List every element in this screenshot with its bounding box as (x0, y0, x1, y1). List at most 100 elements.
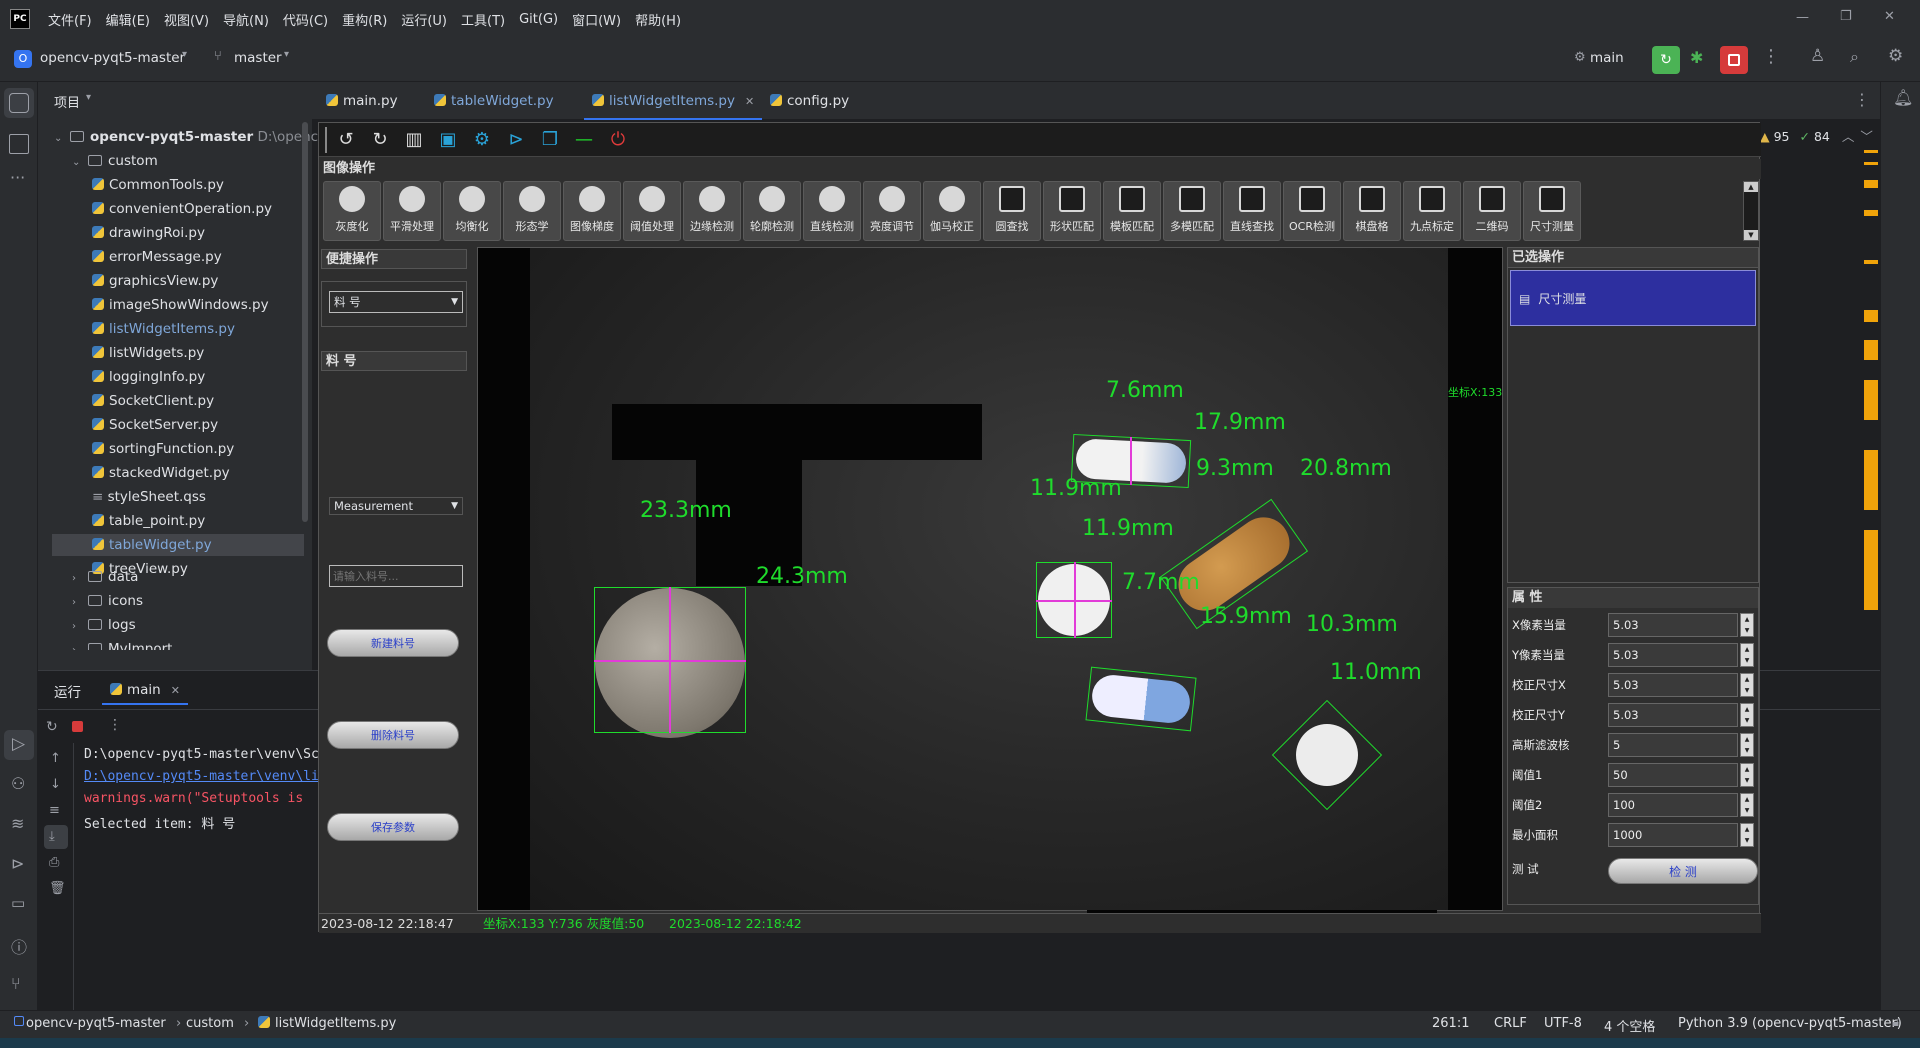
redo-icon[interactable]: ↻ (369, 129, 391, 151)
prop-value-field[interactable]: 50 (1608, 763, 1738, 787)
tree-file[interactable]: convenientOperation.py (92, 198, 272, 220)
tab-tablewidget[interactable]: tableWidget.py (434, 82, 554, 120)
minimize-icon[interactable]: — (573, 129, 595, 151)
tree-file[interactable]: errorMessage.py (92, 246, 222, 268)
structure-icon[interactable] (9, 134, 29, 154)
tree-file[interactable]: ≡ styleSheet.qss (92, 486, 206, 508)
more-icon[interactable]: ⋮ (1762, 46, 1780, 67)
menu-window[interactable]: 窗口(W) (572, 10, 621, 29)
run-icon[interactable]: ▷ (12, 734, 25, 754)
stop-icon[interactable] (72, 721, 83, 732)
trash-icon[interactable]: 🗑︎ (49, 881, 66, 896)
breadcrumb-project[interactable]: opencv-pyqt5-master (26, 1016, 166, 1031)
play-icon[interactable]: ⊳ (505, 129, 527, 151)
tree-root[interactable]: ⌄ opencv-pyqt5-master D:\opencv-p (54, 126, 339, 148)
spin-buttons[interactable]: ▲ ▼ (1740, 793, 1754, 817)
menu-tools[interactable]: 工具(T) (461, 10, 505, 29)
op-button[interactable]: 阈值处理 (623, 181, 681, 241)
part-number-input[interactable] (329, 565, 463, 587)
op-button[interactable]: 多模匹配 (1163, 181, 1221, 241)
tree-file[interactable]: listWidgets.py (92, 342, 204, 364)
spin-buttons[interactable]: ▲ ▼ (1740, 733, 1754, 757)
undo-icon[interactable]: ↺ (335, 129, 357, 151)
tree-file[interactable]: sortingFunction.py (92, 438, 234, 460)
prop-value-field[interactable]: 5.03 (1608, 613, 1738, 637)
tree-folder-myimport[interactable]: ›MyImport (72, 638, 172, 650)
tree-file[interactable]: SocketServer.py (92, 414, 218, 436)
console-link[interactable]: D:\opencv-pyqt5-master\venv\li (84, 769, 319, 784)
op-button[interactable]: 模板匹配 (1103, 181, 1161, 241)
run-tab-main[interactable]: main ✕ (102, 675, 188, 705)
run-config-selector[interactable]: main (1590, 50, 1624, 66)
restore-icon[interactable]: ❐ (1840, 9, 1852, 24)
tree-file[interactable]: graphicsView.py (92, 270, 218, 292)
stop-button[interactable] (1720, 46, 1748, 74)
tree-file[interactable]: imageShowWindows.py (92, 294, 269, 316)
op-button[interactable]: 形状匹配 (1043, 181, 1101, 241)
prop-value-field[interactable]: 5.03 (1608, 703, 1738, 727)
indent-setting[interactable]: 4 个空格 (1604, 1016, 1655, 1035)
spin-buttons[interactable]: ▲ ▼ (1740, 823, 1754, 847)
histogram-icon[interactable]: ▥ (403, 129, 425, 151)
prop-value-field[interactable]: 1000 (1608, 823, 1738, 847)
rerun-icon[interactable]: ↻ (46, 719, 58, 735)
inspection-widget[interactable]: ▲ 95 ✓ 84 ︿ ﹀ (1760, 126, 1873, 145)
op-button[interactable]: 图像梯度 (563, 181, 621, 241)
caret-position[interactable]: 261:1 (1432, 1016, 1469, 1031)
tree-file[interactable]: drawingRoi.py (92, 222, 205, 244)
error-stripe[interactable] (1864, 150, 1878, 650)
add-user-icon[interactable]: ♙ (1810, 46, 1825, 66)
save-params-button[interactable]: 保存参数 (327, 813, 459, 841)
menu-file[interactable]: 文件(F) (48, 10, 92, 29)
interpreter[interactable]: Python 3.9 (opencv-pyqt5-master) (1678, 1016, 1902, 1031)
services-icon[interactable]: ⊳ (11, 854, 24, 873)
breadcrumb-folder[interactable]: custom (186, 1016, 234, 1031)
more-icon[interactable]: ⋮ (1854, 90, 1870, 109)
tree-folder-custom[interactable]: ⌄ custom (72, 150, 158, 172)
op-button[interactable]: 二维码 (1463, 181, 1521, 241)
op-button[interactable]: 尺寸测量 (1523, 181, 1581, 241)
search-icon[interactable]: ⌕ (1850, 47, 1859, 67)
scroll-end-icon[interactable]: ⤓ (49, 829, 55, 844)
tree-file[interactable]: stackedWidget.py (92, 462, 230, 484)
op-button[interactable]: 均衡化 (443, 181, 501, 241)
terminal-icon[interactable]: ▭ (11, 894, 25, 912)
op-button[interactable]: 直线检测 (803, 181, 861, 241)
part-number-combo[interactable]: 料 号 ▼ (329, 291, 463, 313)
prop-value-field[interactable]: 5.03 (1608, 673, 1738, 697)
tree-file[interactable]: CommonTools.py (92, 174, 224, 196)
menu-view[interactable]: 视图(V) (164, 10, 209, 29)
debug-icon[interactable]: ✱ (1690, 48, 1703, 67)
print-icon[interactable]: ⎙ (49, 855, 59, 870)
settings-icon[interactable]: ⚙ (1888, 46, 1903, 66)
tree-folder-logs[interactable]: › logs (72, 614, 136, 636)
ops-scrollbar[interactable]: ▲ ▼ (1743, 181, 1759, 241)
gear-icon[interactable]: ⚙ (471, 129, 493, 151)
delete-part-button[interactable]: 删除料号 (327, 721, 459, 749)
mode-combo[interactable]: Measurement ▼ (329, 497, 463, 515)
tree-file[interactable]: loggingInfo.py (92, 366, 205, 388)
image-viewer[interactable]: 23.3mm 24.3mm 7.6mm 17.9mm 11.9mm 11.9mm… (477, 247, 1503, 920)
panel-title[interactable]: 项目 (54, 92, 80, 111)
save-icon[interactable]: ▣ (437, 129, 459, 151)
tree-file[interactable]: listWidgetItems.py (92, 318, 235, 340)
list-item[interactable]: ▤ 尺寸测量 (1510, 270, 1756, 326)
close-icon[interactable]: ✕ (1884, 9, 1895, 24)
power-icon[interactable]: ⏻ (607, 129, 629, 151)
spin-buttons[interactable]: ▲ ▼ (1740, 703, 1754, 727)
menu-edit[interactable]: 编辑(E) (106, 10, 150, 29)
more-icon[interactable]: ··· (10, 168, 25, 187)
prop-value-field[interactable]: 100 (1608, 793, 1738, 817)
git-icon[interactable]: ⑂ (11, 974, 21, 993)
problems-icon[interactable]: ⓘ (11, 934, 27, 958)
spin-buttons[interactable]: ▲ ▼ (1740, 673, 1754, 697)
python-console-icon[interactable]: ⚇ (11, 774, 25, 793)
menu-navigate[interactable]: 导航(N) (223, 10, 269, 29)
tab-main[interactable]: main.py (326, 82, 398, 120)
tab-listwidgetitems[interactable]: listWidgetItems.py ✕ (584, 82, 763, 120)
menu-code[interactable]: 代码(C) (283, 10, 328, 29)
copy-icon[interactable]: ❐ (539, 129, 561, 151)
layers-icon[interactable]: ≋ (11, 814, 24, 833)
spin-buttons[interactable]: ▲ ▼ (1740, 763, 1754, 787)
lock-icon[interactable]: 🔓︎ (1892, 1015, 1900, 1030)
